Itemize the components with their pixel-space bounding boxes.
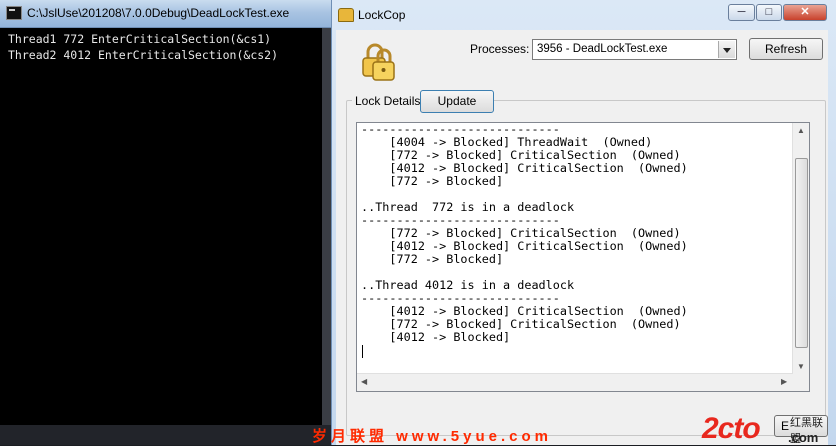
dropdown-arrow-icon[interactable] bbox=[718, 41, 735, 58]
console-scrollbar[interactable] bbox=[322, 28, 331, 425]
watermark-main: 2cto bbox=[702, 412, 761, 445]
maximize-button[interactable]: □ bbox=[756, 4, 782, 21]
padlocks-icon bbox=[362, 43, 395, 81]
processes-label: Processes: bbox=[470, 42, 530, 56]
vertical-scroll-thumb[interactable] bbox=[795, 158, 808, 348]
refresh-button[interactable]: Refresh bbox=[749, 38, 823, 60]
output-line: [772 -> Blocked] bbox=[361, 252, 504, 266]
vertical-scrollbar[interactable]: ▲ ▼ bbox=[792, 123, 809, 375]
lockcop-titlebar[interactable]: LockCop ─ □ ✕ bbox=[332, 0, 836, 30]
lock-details-output[interactable]: ---------------------------- [4004 -> Bl… bbox=[356, 122, 810, 392]
lock-details-label: Lock Details bbox=[352, 94, 424, 108]
processes-dropdown[interactable]: 3956 - DeadLockTest.exe bbox=[532, 39, 737, 60]
console-bottom-edge bbox=[0, 425, 331, 445]
close-button[interactable]: ✕ bbox=[783, 4, 827, 21]
watermark-cn: 红黑联盟 bbox=[790, 417, 823, 445]
update-button[interactable]: Update bbox=[420, 90, 494, 113]
console-titlebar[interactable]: C:\JslUse\201208\7.0.0Debug\DeadLockTest… bbox=[0, 0, 331, 28]
scroll-up-icon[interactable]: ▲ bbox=[797, 127, 805, 135]
scroll-corner bbox=[792, 374, 809, 391]
console-window: C:\JslUse\201208\7.0.0Debug\DeadLockTest… bbox=[0, 0, 331, 445]
lock-app-icon bbox=[338, 8, 354, 22]
lockcop-window: LockCop ─ □ ✕ Processes: 3956 - DeadLock… bbox=[331, 0, 836, 445]
console-line: Thread1 772 EnterCriticalSection(&cs1) bbox=[8, 32, 272, 46]
scroll-right-icon[interactable]: ▶ bbox=[781, 378, 787, 386]
output-line: [4012 -> Blocked] bbox=[361, 330, 511, 344]
minimize-button[interactable]: ─ bbox=[728, 4, 755, 21]
output-line: [772 -> Blocked] bbox=[361, 174, 504, 188]
console-title: C:\JslUse\201208\7.0.0Debug\DeadLockTest… bbox=[27, 6, 290, 20]
lockcop-client-area: Processes: 3956 - DeadLockTest.exe Refre… bbox=[336, 30, 828, 445]
lockcop-title: LockCop bbox=[358, 8, 406, 22]
horizontal-scrollbar[interactable]: ◀ ▶ bbox=[357, 373, 793, 391]
console-output[interactable]: Thread1 772 EnterCriticalSection(&cs1) T… bbox=[0, 28, 322, 425]
footer-watermark: 岁月联盟 www.5yue.com bbox=[312, 428, 552, 445]
processes-selected-value: 3956 - DeadLockTest.exe bbox=[537, 43, 668, 55]
console-app-icon bbox=[6, 6, 22, 20]
text-caret bbox=[362, 345, 363, 358]
site-watermark: 2cto .com 红黑联盟 bbox=[702, 412, 828, 446]
scroll-down-icon[interactable]: ▼ bbox=[797, 363, 805, 371]
console-line: Thread2 4012 EnterCriticalSection(&cs2) bbox=[8, 48, 279, 62]
scroll-left-icon[interactable]: ◀ bbox=[361, 378, 367, 386]
